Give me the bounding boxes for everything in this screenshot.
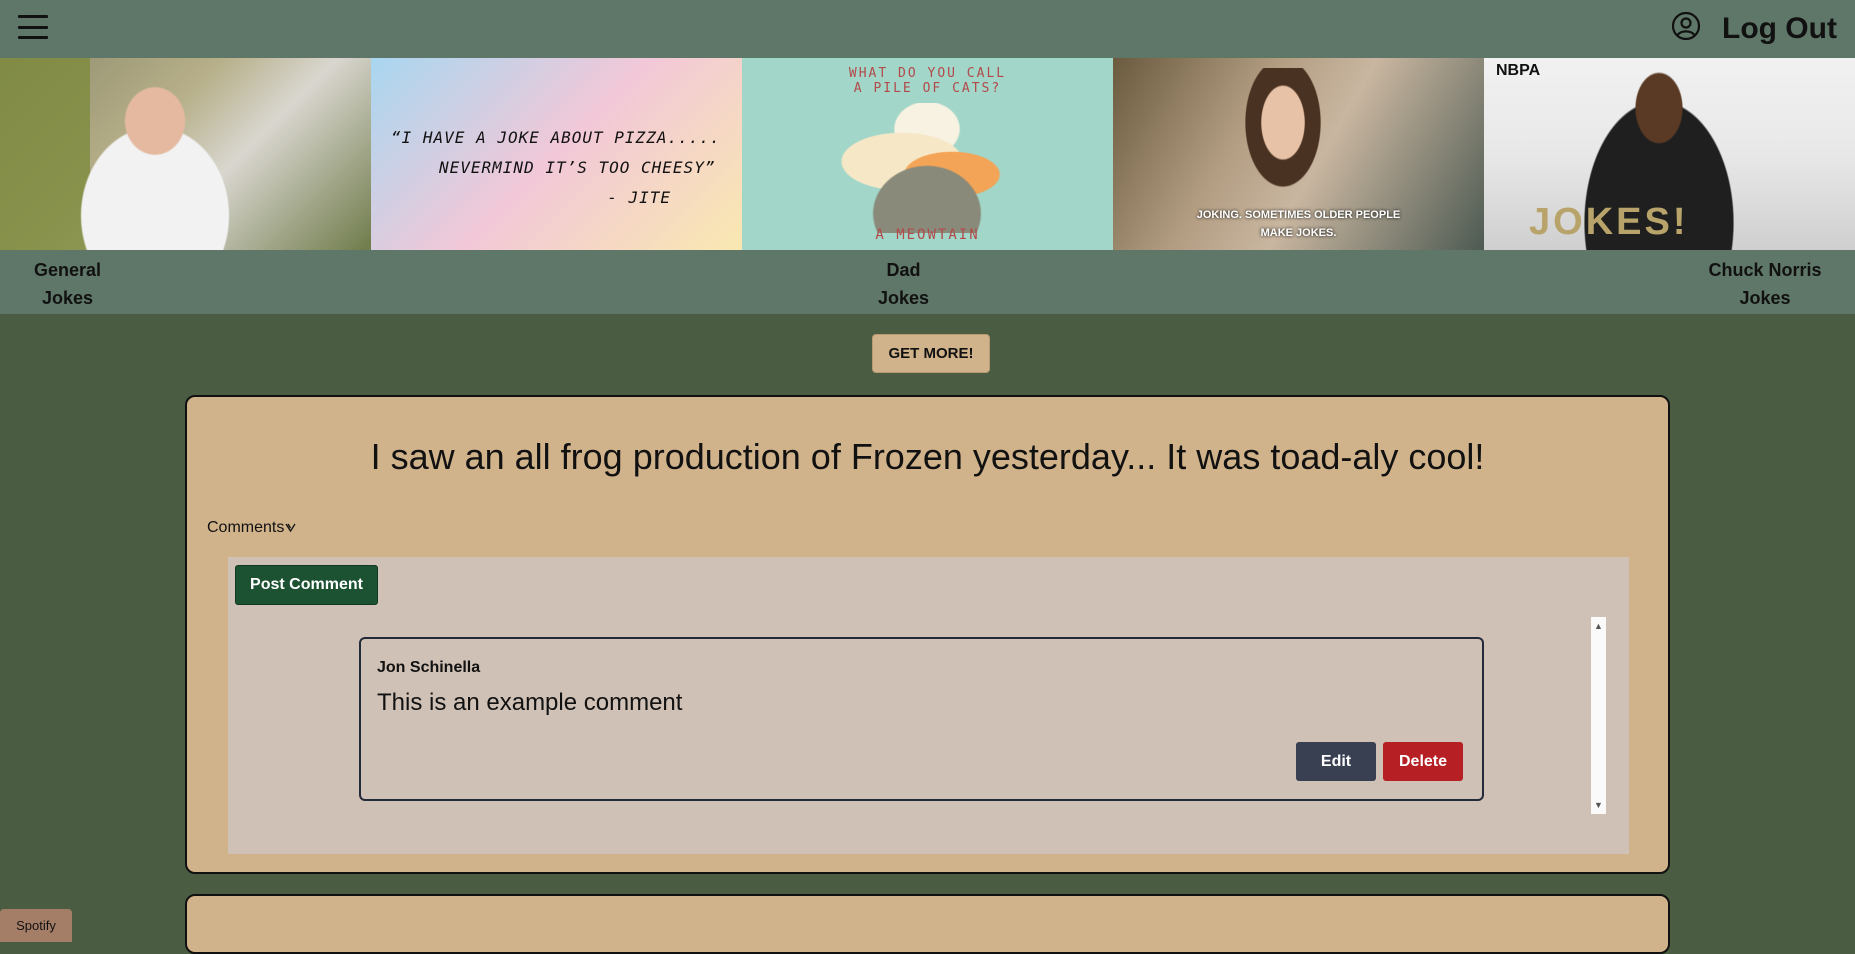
category-chuck-line-2: Jokes bbox=[1739, 288, 1791, 308]
quote-line-1: “I HAVE A JOKE ABOUT PIZZA..... bbox=[391, 128, 721, 147]
quote-line-2: NEVERMIND IT’S TOO CHEESY” bbox=[439, 158, 716, 177]
category-chuck-line-1: Chuck Norris bbox=[1708, 260, 1822, 280]
subtitle-line-2: MAKE JOKES. bbox=[1260, 227, 1337, 239]
banner-image-general[interactable] bbox=[0, 58, 371, 250]
spotify-button[interactable]: Spotify bbox=[0, 909, 72, 942]
nbpa-logo: NBPA bbox=[1496, 62, 1541, 79]
cats-caption-top: WHAT DO YOU CALL A PILE OF CATS? bbox=[742, 66, 1113, 96]
logout-button[interactable]: Log Out bbox=[1722, 8, 1837, 50]
banner-image-pizza-joke[interactable]: “I HAVE A JOKE ABOUT PIZZA..... NEVERMIN… bbox=[371, 58, 742, 250]
comments-label: Comments bbox=[207, 519, 285, 536]
cats-caption-line-2: A PILE OF CATS? bbox=[853, 81, 1002, 96]
laughing-man-image bbox=[40, 78, 270, 250]
comments-scrollbar[interactable]: ▲ ▼ bbox=[1591, 617, 1606, 814]
category-general-jokes[interactable]: General Jokes bbox=[20, 256, 115, 312]
next-joke-card bbox=[185, 894, 1670, 954]
comments-toggle[interactable]: Comments bbox=[207, 519, 296, 537]
category-general-line-2: Jokes bbox=[41, 288, 94, 308]
category-chuck-norris-jokes[interactable]: Chuck Norris Jokes bbox=[1700, 256, 1830, 312]
edit-comment-button[interactable]: Edit bbox=[1296, 742, 1376, 781]
hamburger-menu-icon[interactable] bbox=[18, 12, 48, 42]
comment-item: Jon Schinella This is an example comment… bbox=[359, 637, 1484, 801]
quote-author: - JITE bbox=[607, 188, 671, 207]
scroll-up-arrow-icon[interactable]: ▲ bbox=[1591, 619, 1606, 633]
cats-caption-line-1: WHAT DO YOU CALL bbox=[848, 66, 1007, 81]
pizza-quote: “I HAVE A JOKE ABOUT PIZZA..... NEVERMIN… bbox=[391, 123, 741, 213]
jokes-sign-text: JOKES! bbox=[1529, 201, 1689, 243]
subtitle-line-1: JOKING. SOMETIMES OLDER PEOPLE bbox=[1196, 209, 1401, 221]
category-dad-line-2: Jokes bbox=[877, 288, 930, 308]
get-more-button[interactable]: GET MORE! bbox=[872, 334, 990, 373]
delete-comment-button[interactable]: Delete bbox=[1383, 742, 1463, 781]
cat-pile-image bbox=[802, 103, 1052, 233]
top-bar: Log Out bbox=[0, 0, 1855, 58]
post-comment-button[interactable]: Post Comment bbox=[235, 565, 378, 605]
comment-text: This is an example comment bbox=[377, 689, 683, 716]
banner-image-cats[interactable]: WHAT DO YOU CALL A PILE OF CATS? A MEOWT… bbox=[742, 58, 1113, 250]
category-dad-line-1: Dad bbox=[886, 260, 921, 280]
banner-image-older-people[interactable]: JOKING. SOMETIMES OLDER PEOPLE MAKE JOKE… bbox=[1113, 58, 1484, 250]
chevron-down-icon bbox=[285, 523, 296, 532]
comments-section: Post Comment Jon Schinella This is an ex… bbox=[228, 557, 1629, 854]
user-circle-icon[interactable] bbox=[1671, 11, 1701, 41]
scroll-down-arrow-icon[interactable]: ▼ bbox=[1591, 798, 1606, 812]
joke-text: I saw an all frog production of Frozen y… bbox=[370, 436, 1485, 477]
banner-image-nbpa[interactable]: NBPA JOKES! bbox=[1484, 58, 1855, 250]
cats-caption-bottom: A MEOWTAIN bbox=[875, 227, 980, 243]
category-general-line-1: General bbox=[33, 260, 102, 280]
category-bar: General Jokes Dad Jokes Chuck Norris Jok… bbox=[0, 250, 1855, 314]
banner-carousel: “I HAVE A JOKE ABOUT PIZZA..... NEVERMIN… bbox=[0, 58, 1855, 250]
comment-author: Jon Schinella bbox=[377, 659, 481, 676]
category-dad-jokes[interactable]: Dad Jokes bbox=[856, 256, 951, 312]
older-people-subtitle: JOKING. SOMETIMES OLDER PEOPLE MAKE JOKE… bbox=[1113, 206, 1484, 242]
joke-card: I saw an all frog production of Frozen y… bbox=[185, 395, 1670, 874]
